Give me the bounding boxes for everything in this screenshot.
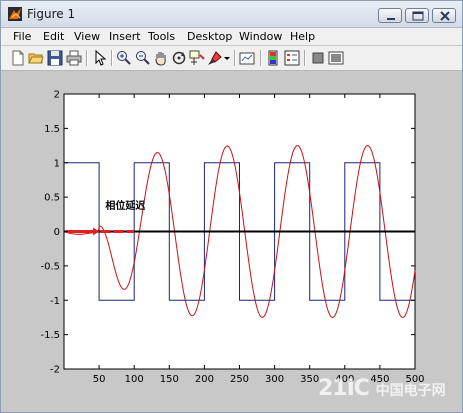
matlab-figure-icon bbox=[8, 7, 22, 21]
maximize-icon bbox=[412, 11, 424, 21]
y-tick-label: 1.5 bbox=[44, 124, 60, 135]
y-tick-label: 2 bbox=[54, 90, 60, 101]
pan-hand-icon[interactable] bbox=[153, 50, 169, 66]
y-tick-label: 0.5 bbox=[44, 193, 60, 204]
menu-edit[interactable]: Edit bbox=[43, 30, 64, 43]
zoom-out-icon[interactable] bbox=[135, 50, 151, 66]
minimize-button[interactable] bbox=[378, 8, 402, 23]
menu-view[interactable]: View bbox=[74, 30, 100, 43]
menu-window[interactable]: Window bbox=[239, 30, 282, 43]
y-tick-label: -1.5 bbox=[40, 330, 60, 341]
y-tick-label: -1 bbox=[50, 296, 60, 307]
edit-plot-arrow-icon[interactable] bbox=[92, 50, 108, 66]
x-tick-label: 200 bbox=[195, 374, 214, 385]
annotation-label: 相位延迟 bbox=[105, 199, 145, 212]
hide-plot-tools-icon[interactable] bbox=[310, 50, 326, 66]
x-tick-label: 300 bbox=[265, 374, 284, 385]
y-tick-label: 1 bbox=[54, 158, 60, 169]
toolbar-separator bbox=[304, 50, 306, 66]
menu-file[interactable]: File bbox=[13, 30, 31, 43]
toolbar-separator bbox=[111, 50, 113, 66]
close-button[interactable] bbox=[432, 8, 456, 23]
figure-toolbar bbox=[1, 46, 462, 71]
colorbar-icon[interactable] bbox=[265, 50, 281, 66]
watermark-logo: 21IC 中国电子网 bbox=[318, 376, 446, 401]
title-bar[interactable]: Figure 1 bbox=[1, 1, 462, 28]
toolbar-separator bbox=[234, 50, 236, 66]
x-tick-label: 150 bbox=[160, 374, 179, 385]
window-title: Figure 1 bbox=[27, 7, 76, 21]
menu-help[interactable]: Help bbox=[290, 30, 315, 43]
zoom-in-icon[interactable] bbox=[116, 50, 132, 66]
menu-bar: File Edit View Insert Tools Desktop Wind… bbox=[1, 28, 462, 45]
data-cursor-icon[interactable] bbox=[189, 50, 205, 66]
brush-dropdown-icon[interactable] bbox=[223, 50, 231, 66]
brush-icon[interactable] bbox=[207, 50, 223, 66]
maximize-button[interactable] bbox=[405, 8, 429, 23]
axes-plot[interactable]: 相位延迟50 100 150 200 250 300 350 400 450 50021.510.… bbox=[0, 70, 461, 411]
watermark-text: 21IC bbox=[318, 376, 370, 401]
toolbar-separator bbox=[86, 50, 88, 66]
save-icon[interactable] bbox=[47, 50, 63, 66]
link-plot-icon[interactable] bbox=[239, 50, 255, 66]
menu-tools[interactable]: Tools bbox=[148, 30, 175, 43]
print-icon[interactable] bbox=[66, 50, 82, 66]
watermark-subtext: 中国电子网 bbox=[375, 383, 446, 399]
toolbar-separator bbox=[260, 50, 262, 66]
x-tick-label: 100 bbox=[125, 374, 144, 385]
new-figure-icon[interactable] bbox=[10, 50, 26, 66]
x-tick-label: 350 bbox=[300, 374, 319, 385]
menu-insert[interactable]: Insert bbox=[109, 30, 141, 43]
close-icon bbox=[440, 11, 450, 21]
x-tick-label: 50 bbox=[93, 374, 106, 385]
open-file-icon[interactable] bbox=[28, 50, 44, 66]
menu-desktop[interactable]: Desktop bbox=[187, 30, 232, 43]
rotate-3d-icon[interactable] bbox=[171, 50, 187, 66]
minimize-icon bbox=[387, 18, 395, 20]
x-tick-label: 250 bbox=[230, 374, 249, 385]
y-tick-label: -0.5 bbox=[40, 261, 60, 272]
show-plot-tools-icon[interactable] bbox=[328, 50, 344, 66]
legend-icon[interactable] bbox=[284, 50, 300, 66]
y-tick-label: 0 bbox=[54, 227, 60, 238]
y-tick-label: -2 bbox=[50, 365, 60, 376]
